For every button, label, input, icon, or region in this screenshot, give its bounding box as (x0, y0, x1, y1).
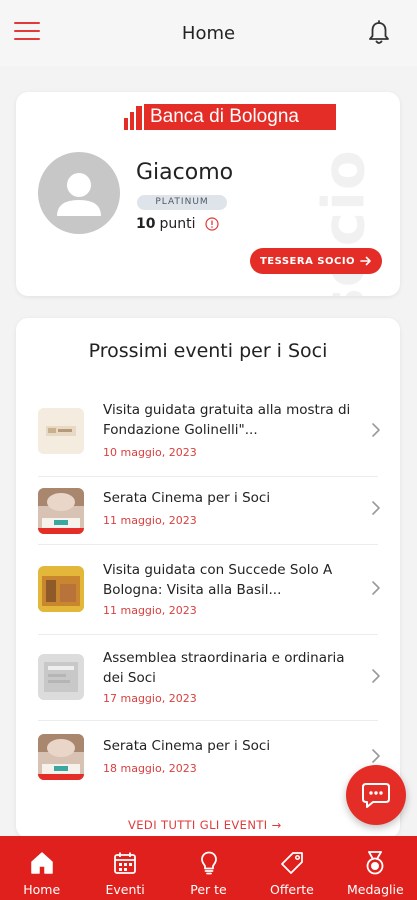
chevron-right-icon (372, 423, 380, 437)
see-all-events-link[interactable]: VEDI TUTTI GLI EVENTI → (128, 818, 282, 832)
page-title: Home (181, 22, 236, 44)
bell-icon[interactable] (367, 20, 391, 46)
event-date: 17 maggio, 2023 (103, 692, 197, 705)
chevron-right-icon (372, 749, 380, 763)
divider (38, 720, 378, 721)
event-thumbnail (38, 488, 84, 534)
tessera-socio-button[interactable]: TESSERA SOCIO (250, 248, 382, 274)
nav-medaglie[interactable]: Medaglie (334, 836, 417, 900)
home-icon (30, 852, 53, 874)
nav-eventi[interactable]: Eventi (83, 836, 166, 900)
tier-badge: PLATINUM (137, 195, 227, 210)
user-icon (57, 173, 101, 216)
bank-logo: Banca di Bologna (124, 104, 336, 130)
chevron-right-icon (372, 669, 380, 683)
event-date: 18 maggio, 2023 (103, 762, 197, 775)
see-all-events-label: VEDI TUTTI GLI EVENTI (128, 818, 268, 832)
event-item[interactable]: Serata Cinema per i Soci 18 maggio, 2023 (16, 726, 400, 806)
events-section-title: Prossimi eventi per i Soci (88, 340, 328, 362)
bank-logo-text: Banca di Bologna (144, 104, 336, 130)
user-name: Giacomo (136, 160, 234, 185)
event-item[interactable]: Visita guidata gratuita alla mostra di F… (16, 390, 400, 470)
event-title: Serata Cinema per i Soci (103, 490, 271, 506)
arrow-right-icon (360, 256, 371, 266)
tessera-socio-label: TESSERA SOCIO (259, 255, 356, 267)
event-title: Serata Cinema per i Soci (103, 738, 271, 754)
calendar-icon (114, 852, 137, 874)
chevron-right-icon (372, 501, 380, 515)
divider (38, 476, 378, 477)
nav-per-te-label: Per te (190, 882, 227, 897)
event-thumbnail (38, 408, 84, 454)
nav-per-te[interactable]: Per te (167, 836, 250, 900)
event-thumbnail (38, 654, 84, 700)
event-item[interactable]: Visita guidata con Succede Solo A Bologn… (16, 552, 400, 632)
nav-offerte-label: Offerte (269, 882, 314, 897)
points-display: 10 punti (136, 216, 219, 232)
points-label: punti (159, 216, 196, 232)
tag-icon (281, 852, 303, 874)
event-item[interactable]: Assemblea straordinaria e ordinaria dei … (16, 640, 400, 720)
avatar (38, 152, 120, 234)
lightbulb-icon (200, 851, 217, 875)
event-thumbnail (38, 734, 84, 780)
medal-icon (366, 851, 384, 875)
event-date: 10 maggio, 2023 (103, 446, 197, 459)
event-date: 11 maggio, 2023 (103, 514, 197, 527)
nav-medaglie-label: Medaglie (347, 882, 404, 897)
event-title: Visita guidata gratuita alla mostra di F… (103, 402, 351, 438)
nav-home-label: Home (23, 882, 61, 897)
divider (38, 634, 378, 635)
top-bar: Home (0, 0, 417, 66)
event-title: Visita guidata con Succede Solo A Bologn… (103, 562, 333, 598)
nav-offerte[interactable]: Offerte (250, 836, 333, 900)
bank-logo-icon (124, 106, 142, 130)
hamburger-icon[interactable] (14, 22, 40, 44)
points-value: 10 (136, 216, 156, 232)
chevron-right-icon (372, 581, 380, 595)
event-title: Assemblea straordinaria e ordinaria dei … (103, 650, 345, 686)
divider (38, 544, 378, 545)
bottom-nav: Home Eventi Per te Offerte Medaglie (0, 836, 417, 900)
chat-button[interactable] (346, 765, 406, 825)
event-item[interactable]: Serata Cinema per i Soci 11 maggio, 2023 (16, 478, 400, 558)
event-date: 11 maggio, 2023 (103, 604, 197, 617)
profile-card: socio Banca di Bologna Giacomo PLATINUM … (16, 92, 400, 296)
nav-eventi-label: Eventi (105, 882, 145, 897)
nav-home[interactable]: Home (0, 836, 83, 900)
info-icon[interactable] (204, 217, 219, 231)
event-thumbnail (38, 566, 84, 612)
events-card: Prossimi eventi per i Soci Visita guidat… (16, 318, 400, 838)
chat-icon (362, 783, 390, 808)
